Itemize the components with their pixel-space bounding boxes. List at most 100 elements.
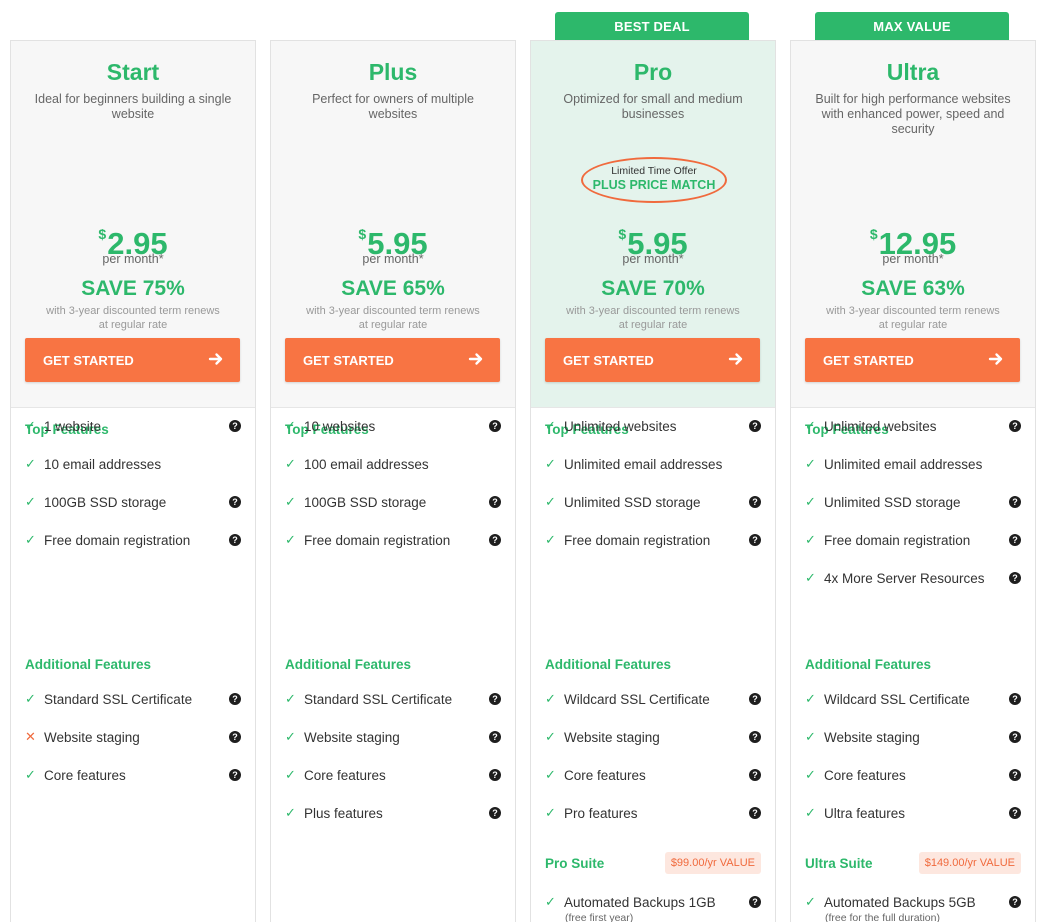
question-circle-icon[interactable]: ? [749, 769, 761, 781]
question-circle-icon[interactable]: ? [229, 534, 241, 546]
currency-symbol: $ [98, 226, 107, 242]
question-circle-icon[interactable]: ? [489, 534, 501, 546]
check-icon: ✓ [25, 494, 36, 509]
check-icon: ✓ [285, 456, 296, 471]
arrow-right-icon [988, 353, 1003, 365]
question-circle-icon[interactable]: ? [489, 693, 501, 705]
get-started-button[interactable]: GET STARTED [25, 338, 240, 382]
discount-label: SAVE 63% [861, 277, 965, 300]
suite-title: Ultra Suite [805, 855, 873, 871]
question-circle-icon[interactable]: ? [749, 807, 761, 819]
feature-item: ✓ 10 email addresses [25, 454, 241, 474]
feature-item: ✓ Wildcard SSL Certificate? [805, 689, 1021, 709]
question-circle-icon[interactable]: ? [749, 534, 761, 546]
plan-name: Ultra [886, 59, 940, 85]
check-icon: ✓ [25, 691, 36, 706]
question-circle-icon[interactable]: ? [489, 731, 501, 743]
billing-period: per month* [882, 252, 944, 266]
question-circle-icon[interactable]: ? [229, 693, 241, 705]
feature-label: Automated Backups 1GB [564, 894, 716, 910]
feature-label: Free domain registration [44, 532, 191, 548]
question-circle-icon[interactable]: ? [749, 731, 761, 743]
question-circle-icon[interactable]: ? [1009, 420, 1021, 432]
question-circle-icon[interactable]: ? [1009, 769, 1021, 781]
discount-note: with 3-year discounted term renews at re… [566, 305, 740, 331]
feature-label: Unlimited SSD storage [824, 494, 961, 510]
limited-offer-badge: Limited Time Offer PLUS PRICE MATCH [581, 157, 727, 203]
get-started-button[interactable]: GET STARTED [545, 338, 760, 382]
feature-label: Standard SSL Certificate [44, 691, 193, 707]
badge-max-value: MAX VALUE [815, 12, 1009, 40]
question-circle-icon[interactable]: ? [229, 420, 241, 432]
question-circle-icon[interactable]: ? [489, 496, 501, 508]
feature-label: Website staging [824, 729, 920, 745]
check-icon: ✓ [285, 494, 296, 509]
feature-item: ✓ Unlimited SSD storage? [545, 492, 761, 512]
feature-item: ✓ Free domain registration? [25, 530, 241, 550]
plan-description: Optimized for small and medium businesse… [563, 92, 743, 121]
question-circle-icon[interactable]: ? [229, 769, 241, 781]
feature-label: 100GB SSD storage [304, 494, 427, 510]
question-circle-icon[interactable]: ? [489, 807, 501, 819]
question-circle-icon[interactable]: ? [1009, 896, 1021, 908]
feature-label: Core features [304, 767, 386, 783]
check-icon: ✓ [285, 418, 296, 433]
feature-item: ✓ Unlimited websites? [545, 416, 761, 436]
billing-period: per month* [102, 252, 164, 266]
discount-note: with 3-year discounted term renews at re… [46, 305, 220, 331]
question-circle-icon[interactable]: ? [749, 420, 761, 432]
plan-card-pro: Pro Optimized for small and medium busine… [530, 40, 776, 922]
get-started-label: GET STARTED [563, 352, 654, 368]
check-icon: ✓ [545, 456, 556, 471]
question-circle-icon[interactable]: ? [1009, 534, 1021, 546]
question-circle-icon[interactable]: ? [1009, 572, 1021, 584]
check-icon: ✓ [285, 532, 296, 547]
feature-item: ✓ Wildcard SSL Certificate? [545, 689, 761, 709]
get-started-button[interactable]: GET STARTED [285, 338, 500, 382]
feature-label: Wildcard SSL Certificate [824, 691, 970, 707]
question-circle-icon[interactable]: ? [489, 769, 501, 781]
question-circle-icon[interactable]: ? [1009, 693, 1021, 705]
get-started-label: GET STARTED [303, 352, 394, 368]
suite-item-note: (free for the full duration) [825, 912, 940, 922]
plan-name: Pro [633, 59, 673, 85]
check-icon: ✓ [285, 805, 296, 820]
plan-card-start: Start Ideal for beginners building a sing… [10, 40, 256, 922]
question-circle-icon[interactable]: ? [489, 420, 501, 432]
question-circle-icon[interactable]: ? [1009, 731, 1021, 743]
feature-label: 10 websites [304, 418, 376, 434]
feature-label: Core features [44, 767, 126, 783]
badge-best-deal: BEST DEAL [555, 12, 749, 40]
additional-features-title: Additional Features [805, 657, 932, 672]
feature-item: ✓ Pro features? [545, 803, 761, 823]
feature-item: ✓ Unlimited SSD storage? [805, 492, 1021, 512]
feature-item: ✓ 100GB SSD storage? [285, 492, 501, 512]
check-icon: ✓ [545, 894, 556, 909]
check-icon: ✓ [805, 691, 816, 706]
feature-label: Unlimited email addresses [564, 456, 723, 472]
plan-description: Built for high performance websites with… [815, 92, 1011, 136]
feature-label: Core features [564, 767, 646, 783]
currency-symbol: $ [618, 226, 627, 242]
offer-headline: PLUS PRICE MATCH [592, 178, 716, 192]
get-started-button[interactable]: GET STARTED [805, 338, 1020, 382]
feature-item: ✓ 10 websites? [285, 416, 501, 436]
question-circle-icon[interactable]: ? [1009, 807, 1021, 819]
billing-period: per month* [362, 252, 424, 266]
question-circle-icon[interactable]: ? [749, 693, 761, 705]
question-circle-icon[interactable]: ? [229, 731, 241, 743]
question-circle-icon[interactable]: ? [749, 496, 761, 508]
question-circle-icon[interactable]: ? [1009, 496, 1021, 508]
check-icon: ✓ [805, 418, 816, 433]
feature-label: 10 email addresses [44, 456, 162, 472]
get-started-label: GET STARTED [823, 352, 914, 368]
plan-name: Start [106, 59, 160, 85]
question-circle-icon[interactable]: ? [749, 896, 761, 908]
feature-label: Core features [824, 767, 906, 783]
feature-item: ✓ Unlimited email addresses [805, 454, 1021, 474]
question-circle-icon[interactable]: ? [229, 496, 241, 508]
feature-item: ✓ 100 email addresses [285, 454, 501, 474]
offer-label: Limited Time Offer [611, 165, 697, 177]
suite-header: Pro Suite $99.00/yr VALUE [545, 851, 761, 875]
check-icon: ✓ [545, 691, 556, 706]
